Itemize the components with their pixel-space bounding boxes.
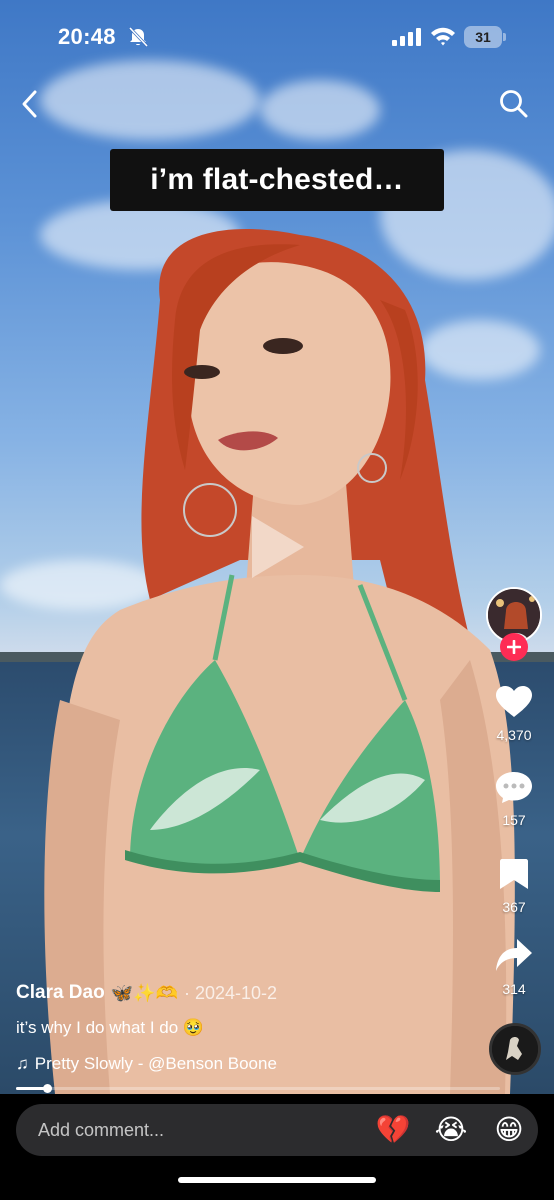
like-button[interactable]: 4,370 xyxy=(484,685,544,743)
like-count: 4,370 xyxy=(496,727,532,743)
status-time: 20:48 xyxy=(58,24,116,49)
share-button[interactable]: 314 xyxy=(484,937,544,997)
music-title: Pretty Slowly - @Benson Boone xyxy=(34,1054,277,1073)
comment-count: 157 xyxy=(502,812,526,828)
author-name[interactable]: Clara Dao xyxy=(16,982,105,1004)
follow-button[interactable] xyxy=(500,633,528,661)
post-info: Clara Dao 🦋✨🫶 · 2024-10-2 it’s why I do … xyxy=(16,980,476,1076)
video-progress-bar[interactable] xyxy=(16,1084,500,1093)
sound-cover-image xyxy=(492,1026,538,1072)
music-link[interactable]: ♫ Pretty Slowly - @Benson Boone xyxy=(16,1052,476,1076)
bottom-bar: Add comment... 💔 😭 😁 xyxy=(0,1094,554,1200)
comment-button[interactable]: 157 xyxy=(484,770,544,828)
cellular-signal-icon xyxy=(392,28,421,46)
comment-bubble-icon xyxy=(496,772,532,803)
post-description: it’s why I do what I do 🥹 xyxy=(16,1018,205,1037)
comment-placeholder: Add comment... xyxy=(38,1119,165,1140)
author-emojis: 🦋✨🫶 xyxy=(110,982,178,1003)
save-button[interactable]: 367 xyxy=(484,857,544,915)
status-bar: 20:48 31 xyxy=(0,0,554,76)
back-arrow-icon[interactable] xyxy=(14,86,46,122)
share-arrow-icon xyxy=(496,939,532,971)
video-text-overlay: i’m flat-chested… xyxy=(110,149,444,211)
emoji-broken-heart-button[interactable]: 💔 xyxy=(364,1104,422,1156)
music-note-icon: ♫ xyxy=(16,1054,29,1073)
play-icon[interactable] xyxy=(248,512,308,582)
bookmark-icon xyxy=(500,859,528,889)
heart-icon xyxy=(496,686,532,717)
action-rail: 4,370 157 367 314 xyxy=(484,585,548,1085)
plus-icon xyxy=(507,640,521,654)
bell-muted-icon xyxy=(128,26,149,48)
share-count: 314 xyxy=(502,981,526,997)
battery-cap xyxy=(503,33,506,41)
comment-input[interactable]: Add comment... 💔 😭 😁 xyxy=(16,1104,538,1156)
search-icon[interactable] xyxy=(498,88,530,120)
home-indicator xyxy=(178,1177,376,1183)
emoji-grin-button[interactable]: 😁 xyxy=(480,1104,538,1156)
author-line: Clara Dao 🦋✨🫶 · 2024-10-2 xyxy=(16,980,476,1006)
wifi-icon xyxy=(431,27,455,46)
emoji-crying-button[interactable]: 😭 xyxy=(422,1104,480,1156)
sound-disc[interactable] xyxy=(489,1023,541,1075)
battery-level: 31 xyxy=(475,29,491,45)
battery-indicator: 31 xyxy=(464,26,506,48)
save-count: 367 xyxy=(502,899,526,915)
post-date: · 2024-10-2 xyxy=(183,982,278,1003)
